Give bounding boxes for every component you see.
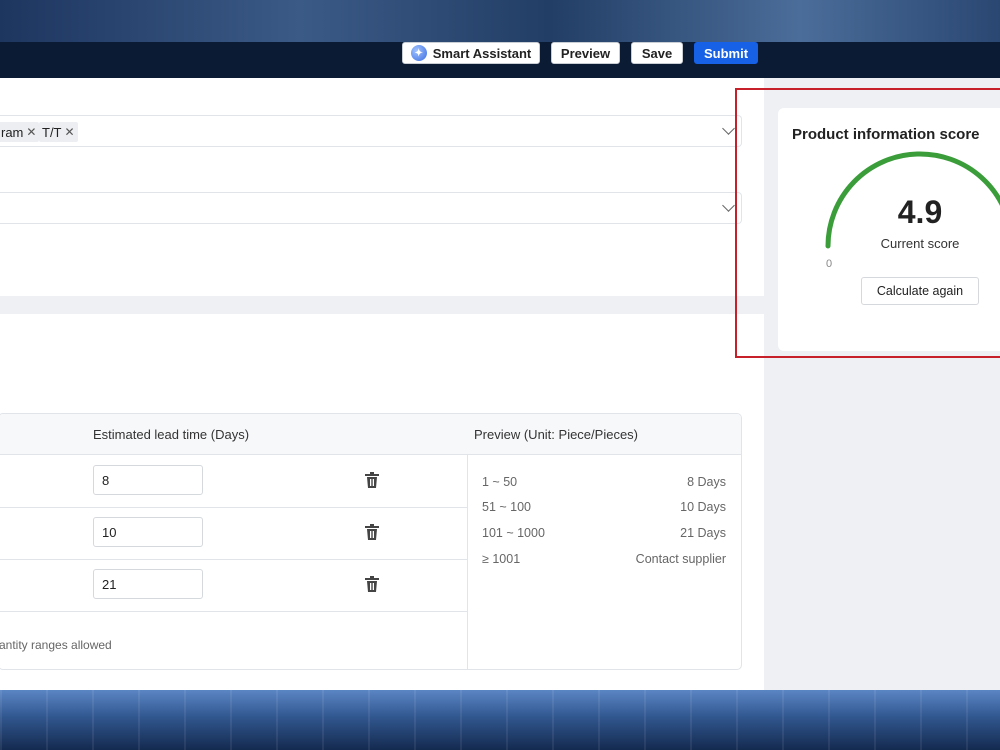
preview-value: 8 Days: [687, 475, 726, 489]
trash-icon[interactable]: [365, 524, 379, 540]
chevron-down-icon: [722, 199, 735, 212]
preview-value: Contact supplier: [635, 552, 726, 566]
payment-tag: T/T ✕: [39, 122, 78, 142]
lead-time-input[interactable]: 21: [93, 569, 203, 599]
lead-time-input[interactable]: 10: [93, 517, 203, 547]
preview-button[interactable]: Preview: [551, 42, 620, 64]
preview-row: ≥ 1001 Contact supplier: [482, 552, 741, 572]
remove-tag-icon[interactable]: ✕: [26, 125, 36, 139]
preview-row: 101 ~ 1000 21 Days: [482, 526, 741, 546]
table-row: 21: [0, 559, 467, 612]
preview-value: 21 Days: [680, 526, 726, 540]
lead-time-column-header: Estimated lead time (Days): [93, 427, 250, 442]
trash-icon[interactable]: [365, 472, 379, 488]
chevron-down-icon: [722, 122, 735, 135]
smart-assistant-label: Smart Assistant: [432, 45, 532, 61]
background-bottom: [0, 690, 1000, 750]
payment-tag: ram ✕: [0, 122, 40, 142]
preview-range: ≥ 1001: [482, 552, 521, 566]
lead-time-input[interactable]: 8: [93, 465, 203, 495]
highlight-box: [735, 88, 1000, 358]
top-toolbar: ✦ Smart Assistant Preview Save Submit: [0, 42, 1000, 78]
preview-row: 1 ~ 50 8 Days: [482, 475, 741, 495]
select-field[interactable]: [0, 192, 742, 224]
table-row: 10: [0, 507, 467, 560]
preview-range: 51 ~ 100: [482, 500, 532, 514]
lead-time-table: Estimated lead time (Days) Preview (Unit…: [0, 413, 742, 670]
save-button[interactable]: Save: [631, 42, 683, 64]
remove-tag-icon[interactable]: ✕: [65, 125, 75, 139]
trash-icon[interactable]: [365, 576, 379, 592]
background-top: [0, 0, 1000, 44]
quantity-range-hint: antity ranges allowed: [0, 638, 112, 652]
preview-range: 101 ~ 1000: [482, 526, 545, 540]
tag-label: ram: [1, 124, 24, 140]
table-header: Estimated lead time (Days) Preview (Unit…: [0, 414, 741, 455]
preview-row: 51 ~ 100 10 Days: [482, 500, 741, 520]
tag-label: T/T: [42, 124, 62, 140]
preview-range: 1 ~ 50: [482, 475, 518, 489]
form-card-top: ram ✕ T/T ✕: [0, 78, 764, 296]
payment-method-select[interactable]: ram ✕ T/T ✕: [0, 115, 742, 147]
smart-assistant-button[interactable]: ✦ Smart Assistant: [402, 42, 540, 64]
column-divider: [467, 454, 468, 669]
submit-button[interactable]: Submit: [694, 42, 758, 64]
sparkle-icon: ✦: [410, 45, 427, 61]
preview-column-header: Preview (Unit: Piece/Pieces): [474, 427, 638, 442]
table-row: 8: [0, 455, 467, 508]
preview-value: 10 Days: [680, 500, 726, 514]
